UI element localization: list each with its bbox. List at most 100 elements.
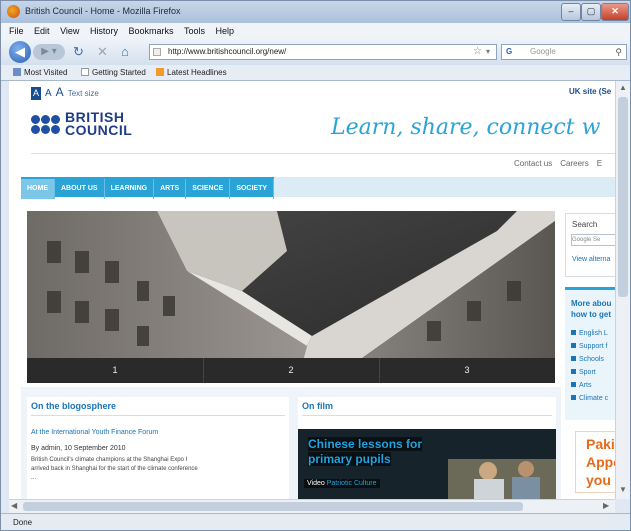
more-about-heading-line-1: More abou <box>571 299 612 308</box>
more-about-link-arts[interactable]: Arts <box>571 382 591 389</box>
film-video-player[interactable]: Chinese lessons for primary pupils Video… <box>298 429 556 499</box>
reload-icon[interactable]: ↻ <box>73 44 84 60</box>
menu-edit[interactable]: Edit <box>34 23 50 39</box>
close-window-button[interactable]: ✕ <box>601 3 629 21</box>
site-search-input[interactable]: Google Se <box>571 234 615 246</box>
promo-line-2: Appe <box>586 454 615 470</box>
search-engine-icon[interactable]: G <box>506 45 512 59</box>
slide-2-button[interactable]: 2 <box>203 358 380 383</box>
contact-us-link[interactable]: Contact us <box>514 159 552 168</box>
title-bar: British Council - Home - Mozilla Firefox… <box>1 1 630 23</box>
site-search-box: Search Google Se View alterna <box>565 213 615 277</box>
slide-selector: 1 2 3 <box>27 358 555 383</box>
bookmarks-toolbar: Most Visited Getting Started Latest Head… <box>1 65 630 81</box>
link-label: English L <box>579 330 608 337</box>
more-about-link-schools[interactable]: Schools <box>571 356 604 363</box>
text-size-large[interactable]: A <box>56 85 64 99</box>
more-about-link-support[interactable]: Support f <box>571 343 607 350</box>
more-about-link-english[interactable]: English L <box>571 330 608 337</box>
film-play-label[interactable]: Video Patriotic Culture <box>304 479 380 488</box>
menu-bar: File Edit View History Bookmarks Tools H… <box>1 23 630 39</box>
firefox-logo-icon <box>7 5 20 18</box>
vertical-scroll-thumb[interactable] <box>618 97 628 297</box>
utility-links: Contact us Careers E <box>514 159 610 168</box>
bookmark-latest-headlines[interactable]: Latest Headlines <box>156 68 227 77</box>
nav-about-us[interactable]: ABOUT US <box>55 179 105 199</box>
scroll-up-icon[interactable]: ▲ <box>619 83 627 92</box>
more-about-link-climate[interactable]: Climate c <box>571 395 608 402</box>
scroll-down-icon[interactable]: ▼ <box>619 485 627 494</box>
nav-arts[interactable]: ARTS <box>154 179 187 199</box>
scroll-left-icon[interactable]: ◀ <box>11 501 17 510</box>
address-url[interactable]: http://www.britishcouncil.org/new/ <box>168 45 286 59</box>
menu-help[interactable]: Help <box>216 23 235 39</box>
logo-line-2: COUNCIL <box>65 122 133 138</box>
link-label: Schools <box>579 356 604 363</box>
menu-bookmarks[interactable]: Bookmarks <box>128 23 173 39</box>
most-visited-icon <box>13 68 21 76</box>
view-alternatives-link[interactable]: View alterna <box>572 256 610 263</box>
search-placeholder[interactable]: Google <box>530 45 556 59</box>
text-size-small[interactable]: A <box>31 87 41 100</box>
site-favicon-icon <box>153 48 161 56</box>
promo-banner[interactable]: Pakis Appe you c <box>575 431 615 493</box>
horizontal-scrollbar[interactable]: ◀ ▶ <box>9 499 615 514</box>
excerpt-line: arrived back in Shanghai for the start o… <box>31 466 198 472</box>
promo-line-1: Pakis <box>586 436 615 452</box>
logo-text: BRITISH COUNCIL <box>65 110 133 138</box>
more-about-link-sport[interactable]: Sport <box>571 369 596 376</box>
uk-site-link[interactable]: UK site (Se <box>569 87 611 96</box>
menu-history[interactable]: History <box>90 23 118 39</box>
vertical-scrollbar[interactable]: ▲ ▼ <box>615 81 630 499</box>
bookmark-getting-started[interactable]: Getting Started <box>81 68 146 77</box>
nav-science[interactable]: SCIENCE <box>186 179 231 199</box>
bullet-icon <box>571 330 576 335</box>
util-link-e[interactable]: E <box>597 159 602 168</box>
history-dropdown-icon[interactable]: ▾ <box>486 45 490 59</box>
home-icon[interactable]: ⌂ <box>121 44 129 60</box>
site-search-label: Search <box>572 220 598 229</box>
stop-icon[interactable]: ✕ <box>97 44 108 60</box>
nav-learning[interactable]: LEARNING <box>105 179 155 199</box>
search-icon[interactable]: ⚲ <box>615 45 622 59</box>
bookmark-star-icon[interactable]: ☆ <box>473 45 482 59</box>
bookmark-label: Getting Started <box>92 68 146 77</box>
menu-file[interactable]: File <box>9 23 24 39</box>
nav-home[interactable]: HOME <box>21 179 55 199</box>
play-sublabel: Patriotic Culture <box>326 480 377 487</box>
on-film-panel: On film Chinese lessons for primary pupi… <box>298 397 556 499</box>
horizontal-scroll-thumb[interactable] <box>23 502 523 511</box>
bullet-icon <box>571 382 576 387</box>
minimize-button[interactable]: – <box>561 3 581 21</box>
text-size-label: Text size <box>67 89 99 98</box>
slide-1-button[interactable]: 1 <box>27 358 204 383</box>
film-divider <box>302 415 552 416</box>
maximize-button[interactable]: ▢ <box>581 3 601 21</box>
link-label: Climate c <box>579 395 609 402</box>
blog-article-meta: By admin, 10 September 2010 <box>31 445 126 452</box>
navigation-toolbar: ◀ ▶ ▾ ↻ ✕ ⌂ http://www.britishcouncil.or… <box>1 39 630 65</box>
nav-society[interactable]: SOCIETY <box>230 179 275 199</box>
rss-icon <box>156 68 164 76</box>
page-viewport: A A A Text size UK site (Se BRITISH COUNCIL… <box>9 81 615 499</box>
search-bar[interactable]: G Google ⚲ <box>501 44 627 60</box>
blogosphere-panel: On the blogosphere At the International … <box>27 397 289 499</box>
more-about-heading-line-2: how to get <box>571 310 611 319</box>
bullet-icon <box>571 395 576 400</box>
blog-divider <box>31 415 285 416</box>
slide-3-button[interactable]: 3 <box>379 358 555 383</box>
main-navigation: HOME ABOUT US LEARNING ARTS SCIENCE SOCIETY <box>21 177 275 199</box>
blog-article-title[interactable]: At the International Youth Finance Forum <box>31 429 158 436</box>
menu-view[interactable]: View <box>60 23 79 39</box>
excerpt-line: British Council's climate champions at t… <box>31 457 188 463</box>
scroll-right-icon[interactable]: ▶ <box>603 501 609 510</box>
careers-link[interactable]: Careers <box>560 159 588 168</box>
browser-window: British Council - Home - Mozilla Firefox… <box>0 0 631 531</box>
text-size-medium[interactable]: A <box>45 88 52 99</box>
menu-tools[interactable]: Tools <box>184 23 205 39</box>
back-button[interactable]: ◀ <box>9 41 31 63</box>
blog-article-excerpt: British Council's climate champions at t… <box>31 456 198 483</box>
bookmark-most-visited[interactable]: Most Visited <box>13 68 67 77</box>
forward-button[interactable]: ▶ ▾ <box>33 44 65 60</box>
address-bar[interactable]: http://www.britishcouncil.org/new/ ☆ ▾ <box>149 44 497 60</box>
